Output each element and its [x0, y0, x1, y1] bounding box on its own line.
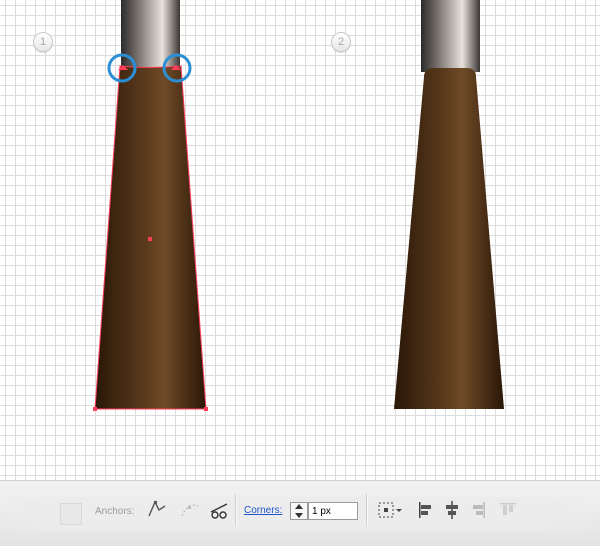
convert-anchor-smooth-icon[interactable]: [178, 498, 202, 522]
convert-anchor-corner-icon[interactable]: [145, 498, 169, 522]
anchor-point: [93, 407, 97, 411]
artwork: [93, 0, 504, 411]
ferrule-2: [421, 0, 480, 72]
cut-path-icon[interactable]: [207, 498, 231, 522]
step-number-badge: 1: [33, 32, 53, 52]
align-right-icon[interactable]: [466, 498, 490, 522]
align-center-icon[interactable]: [440, 498, 464, 522]
center-point: [148, 237, 152, 241]
stepper-up-icon[interactable]: [295, 504, 303, 509]
step-number-badge: 2: [331, 32, 351, 52]
brush-object-1[interactable]: [93, 0, 208, 411]
align-left-icon[interactable]: [414, 498, 438, 522]
anchor-point: [204, 407, 208, 411]
separator: [366, 494, 367, 526]
stepper-down-icon[interactable]: [295, 513, 303, 518]
brush-body-2: [394, 68, 504, 409]
transform-reference-icon[interactable]: [374, 498, 404, 522]
align-top-icon[interactable]: [496, 498, 520, 522]
corners-input[interactable]: [308, 502, 358, 520]
separator: [235, 494, 236, 526]
faded-control-icon: [60, 503, 82, 525]
brush-object-2[interactable]: [394, 0, 504, 409]
corners-link[interactable]: Corners:: [244, 505, 282, 516]
anchors-label: Anchors:: [95, 506, 135, 517]
corners-stepper[interactable]: [290, 502, 308, 520]
